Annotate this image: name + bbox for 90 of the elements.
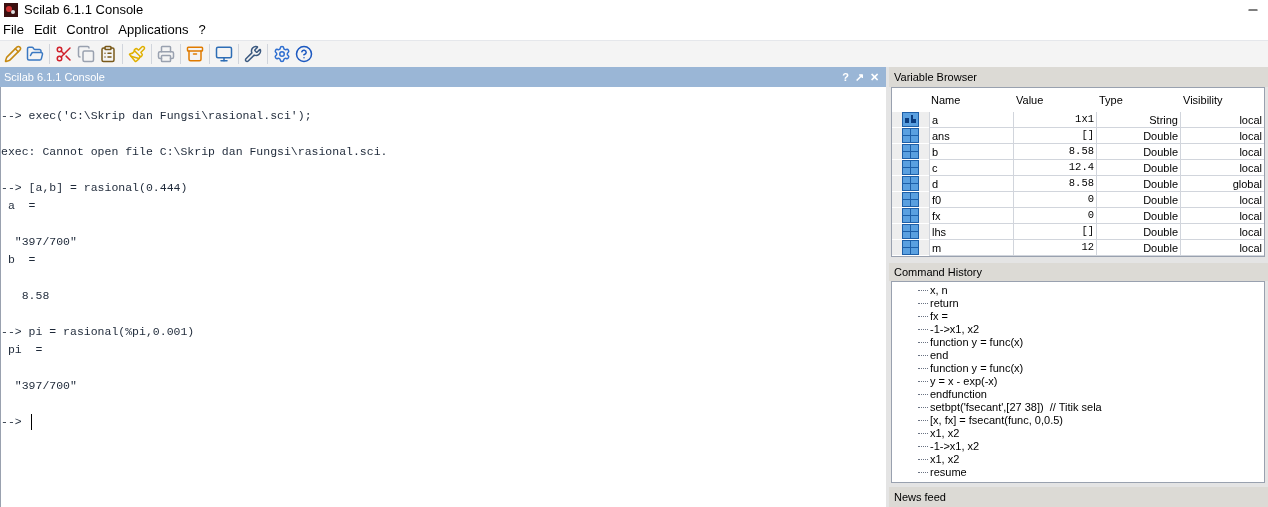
table-cell: Double [1097,144,1181,160]
history-item[interactable]: x1, x2 [930,453,960,466]
table-cell: String [1097,112,1181,128]
table-cell: b [929,144,1014,160]
matrix-icon [902,208,919,223]
matrix-icon [902,192,919,207]
table-cell: local [1181,208,1264,224]
console-line: --> pi = rasional(%pi,0.001) [1,324,196,340]
table-cell: 1x1 [1014,112,1097,128]
table-cell: ans [929,128,1014,144]
table-cell: local [1181,224,1264,240]
history-item[interactable]: return [930,297,959,310]
matrix-icon [902,144,919,159]
table-cell: local [1181,192,1264,208]
table-cell: 12 [1014,240,1097,256]
column-header[interactable]: Name [929,91,1014,109]
history-item[interactable]: end [930,349,949,362]
history-item[interactable]: [x, fx] = fsecant(func, 0,0.5) [930,414,1063,427]
tools-button[interactable] [242,43,264,65]
console-line: "397/700" [13,378,78,394]
menu-item[interactable]: Edit [32,20,58,40]
history-item[interactable]: y = x - exp(-x) [930,375,998,388]
table-cell: 0 [1014,192,1097,208]
matrix-icon [902,224,919,239]
history-item[interactable]: fx = [930,310,949,323]
table-cell: local [1181,128,1264,144]
table-cell: c [929,160,1014,176]
string-variable-icon [902,112,919,127]
table-cell: local [1181,112,1264,128]
column-header[interactable]: Visibility [1181,91,1264,109]
table-cell: 0 [1014,208,1097,224]
table-cell: 8.58 [1014,176,1097,192]
history-item[interactable]: setbpt('fsecant',[27 38]) // Titik sela [930,401,1102,414]
menu-item[interactable]: Control [65,20,110,40]
editor-button[interactable] [2,43,24,65]
panel-title: Scilab 6.1.1 Console [4,69,105,85]
console-line: b = [6,252,37,268]
table-cell: Double [1097,208,1181,224]
table-cell: a [929,112,1014,128]
table-cell: f0 [929,192,1014,208]
table-cell: [] [1014,128,1097,144]
panel-title: News feed [894,489,946,505]
table-cell: m [929,240,1014,256]
table-cell: local [1181,240,1264,256]
history-item[interactable]: resume [930,466,967,479]
table-cell: global [1181,176,1264,192]
console-line: --> [a,b] = rasional(0.444) [1,180,189,196]
matrix-icon [902,176,919,191]
app-logo-icon [4,3,18,17]
matrix-icon [902,160,919,175]
matrix-icon [902,240,919,255]
history-item[interactable]: x, n [930,284,948,297]
column-header[interactable]: Value [1014,91,1097,109]
table-cell: [] [1014,224,1097,240]
menu-item[interactable]: ? [197,20,207,40]
table-cell: d [929,176,1014,192]
help-button[interactable] [293,43,315,65]
console-line: "397/700" [13,234,78,250]
table-cell: Double [1097,224,1181,240]
matrix-icon [902,128,919,143]
console-line: a = [6,198,37,214]
table-cell: Double [1097,160,1181,176]
table-cell: Double [1097,176,1181,192]
history-item[interactable]: -1->x1, x2 [930,440,980,453]
text-cursor [30,414,32,430]
table-cell: local [1181,144,1264,160]
console-line: 8.58 [20,288,51,304]
table-cell: Double [1097,192,1181,208]
table-cell: fx [929,208,1014,224]
table-cell: local [1181,160,1264,176]
console-prompt: --> [1,414,22,430]
table-cell: Double [1097,240,1181,256]
table-cell: Double [1097,128,1181,144]
console-line: --> exec('C:\Skrip dan Fungsi\rasional.sci'); [1,108,313,124]
console-line: exec: Cannot open file C:\Skrip dan Fungsi\rasional.sci. [1,144,389,160]
column-header[interactable]: Type [1097,91,1181,109]
history-item[interactable]: function y = func(x) [930,336,1024,349]
panel-title: Variable Browser [894,69,977,85]
panel-title: Command History [894,264,983,280]
history-item[interactable]: -1->x1, x2 [930,323,980,336]
table-cell: 8.58 [1014,144,1097,160]
menu-item[interactable]: Applications [117,20,190,40]
table-cell: lhs [929,224,1014,240]
history-item[interactable]: endfunction [930,388,987,401]
history-item[interactable]: function y = func(x) [930,362,1024,375]
console-line: pi = [6,342,44,358]
window-title: Scilab 6.1.1 Console [24,1,144,20]
history-item[interactable]: x1, x2 [930,427,960,440]
table-cell: 12.4 [1014,160,1097,176]
menu-item[interactable]: File [2,20,25,40]
